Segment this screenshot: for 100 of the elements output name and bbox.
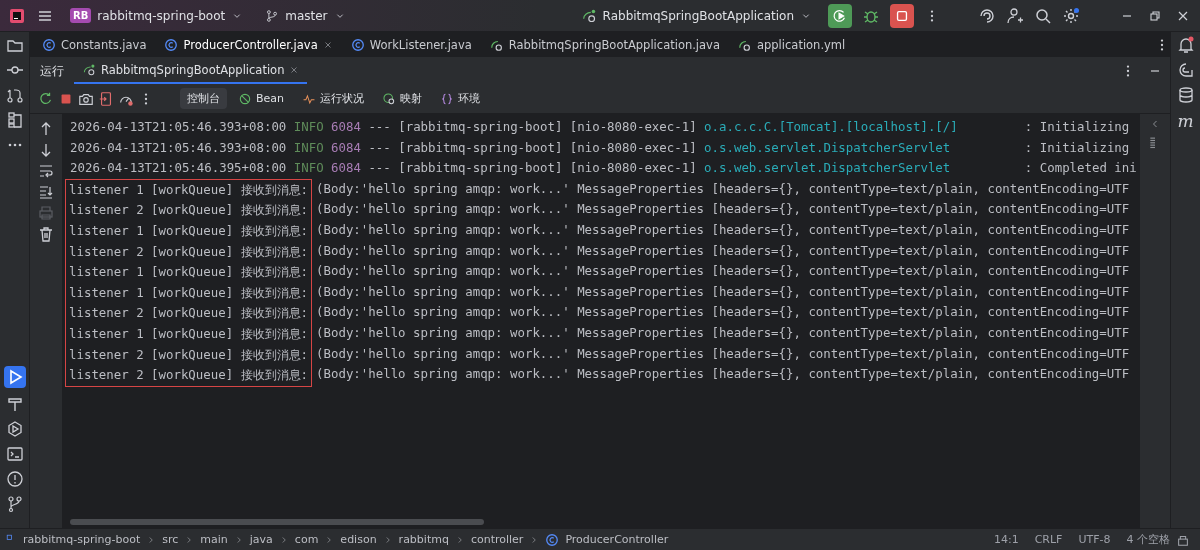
- message-body: (Body:'hello spring amqp: work...' MessageProperties [headers={}, contentType=text/plain, contentEncoding=UTF: [315, 200, 1130, 219]
- project-selector[interactable]: RB rabbitmq-spring-boot: [64, 5, 250, 26]
- log-thread: [nio-8080-exec-1]: [569, 118, 697, 136]
- trash-icon[interactable]: [37, 225, 55, 243]
- log-separator: ---: [368, 138, 391, 157]
- editor-tab[interactable]: ProducerController.java: [158, 31, 345, 58]
- message-body: (Body:'hello spring amqp: work...' MessageProperties [headers={}, contentType=text/plain, contentEncoding=UTF: [315, 262, 1130, 281]
- message-prefix: listener 2 [workQueue] 接收到消息:: [69, 345, 309, 364]
- run-configuration-name[interactable]: RabbitmqSpringBootApplication: [602, 8, 794, 23]
- class-icon: [164, 37, 179, 52]
- log-logger[interactable]: o.s.web.servlet.DispatcherServlet: [704, 137, 1018, 159]
- log-app: [rabbitmq-spring-boot]: [398, 118, 563, 136]
- editor-tab[interactable]: Constants.java: [36, 31, 159, 58]
- services-icon[interactable]: [5, 420, 24, 438]
- class-icon: [350, 37, 365, 52]
- log-logger[interactable]: o.s.web.servlet.DispatcherServlet: [704, 158, 1018, 179]
- branch-selector[interactable]: master: [259, 5, 352, 26]
- log-pid: 6084: [331, 159, 361, 178]
- message-body: (Body:'hello spring amqp: work...' MessageProperties [headers={}, contentType=text/plain, contentEncoding=UTF: [315, 303, 1130, 322]
- scroll-to-end-icon[interactable]: [37, 183, 55, 201]
- pulse-icon: [302, 91, 317, 106]
- log-app: [rabbitmq-spring-boot]: [398, 138, 563, 157]
- hammer-icon[interactable]: [5, 395, 24, 413]
- restart-icon[interactable]: [38, 90, 54, 107]
- status-item[interactable]: CRLF: [1034, 533, 1063, 546]
- horizontal-scrollbar[interactable]: [70, 519, 484, 525]
- terminal-icon[interactable]: [5, 445, 24, 463]
- message-body: (Body:'hello spring amqp: work...' MessageProperties [headers={}, contentType=text/plain, contentEncoding=UTF: [315, 220, 1130, 239]
- console-tab[interactable]: 映射: [375, 88, 430, 109]
- status-item[interactable]: 14:1: [993, 533, 1019, 546]
- log-message: : Initializing: [1024, 118, 1130, 136]
- log-timestamp: 2026-04-13T21:05:46.395+08:00: [70, 159, 287, 178]
- class-icon: [545, 532, 560, 547]
- breadcrumb-item[interactable]: com: [294, 533, 319, 546]
- breadcrumb-item[interactable]: edison: [340, 533, 377, 546]
- mapping-icon: [382, 91, 397, 106]
- ban-icon: [238, 91, 252, 106]
- notification-icon[interactable]: [1176, 36, 1195, 54]
- console-tab[interactable]: 环境: [433, 88, 488, 109]
- breadcrumb-item[interactable]: controller: [470, 533, 524, 546]
- log-thread: [nio-8080-exec-1]: [569, 138, 697, 157]
- run-configuration-icon[interactable]: [580, 7, 597, 24]
- soft-wrap-icon[interactable]: [37, 162, 55, 180]
- exit-icon[interactable]: [98, 90, 114, 107]
- editor-tab[interactable]: application.yml: [731, 31, 858, 58]
- close-tab-icon[interactable]: [289, 65, 300, 75]
- project-name[interactable]: rabbitmq-spring-boot: [97, 8, 226, 23]
- add-user-icon[interactable]: [1006, 6, 1024, 25]
- pull-request-icon[interactable]: [5, 86, 24, 104]
- log-logger[interactable]: o.a.c.c.C.[Tomcat].[localhost].[/]: [704, 117, 1018, 138]
- message-prefix: listener 2 [workQueue] 接收到消息:: [69, 201, 309, 220]
- console-tab[interactable]: Bean: [231, 88, 292, 109]
- status-item[interactable]: 4 个空格: [1126, 532, 1170, 547]
- database-icon[interactable]: [1176, 86, 1195, 104]
- console-tab[interactable]: 运行状况: [295, 88, 372, 109]
- message-prefix: listener 1 [workQueue] 接收到消息:: [69, 263, 309, 282]
- breadcrumb-item[interactable]: main: [200, 533, 228, 546]
- spiral-icon[interactable]: [978, 6, 996, 25]
- message-body: (Body:'hello spring amqp: work...' MessageProperties [headers={}, contentType=text/plain, contentEncoding=UTF: [315, 282, 1130, 301]
- panel-title: 运行: [40, 63, 64, 79]
- class-icon: [42, 37, 56, 52]
- status-item[interactable]: UTF-8: [1078, 533, 1111, 546]
- message-prefix: listener 1 [workQueue] 接收到消息:: [69, 221, 309, 240]
- message-prefix: listener 1 [workQueue] 接收到消息:: [69, 180, 309, 199]
- run-icon[interactable]: [3, 366, 26, 388]
- message-prefix: listener 2 [workQueue] 接收到消息:: [69, 304, 309, 323]
- log-thread: [nio-8080-exec-1]: [569, 159, 697, 178]
- log-app: [rabbitmq-spring-boot]: [398, 159, 563, 178]
- app-logo-icon[interactable]: [8, 6, 26, 25]
- message-body: (Body:'hello spring amqp: work...' MessageProperties [headers={}, contentType=text/plain, contentEncoding=UTF: [315, 179, 1130, 198]
- log-separator: ---: [368, 118, 391, 136]
- settings-icon[interactable]: [1062, 6, 1080, 25]
- log-pid: 6084: [331, 118, 361, 136]
- log-timestamp: 2026-04-13T21:05:46.393+08:00: [70, 118, 287, 136]
- breadcrumb-item[interactable]: src: [162, 533, 179, 546]
- braces-icon: [440, 91, 455, 106]
- branch-name[interactable]: master: [285, 8, 328, 23]
- run-configuration-selector[interactable]: RabbitmqSpringBootApplication: [574, 4, 818, 27]
- log-level: INFO: [293, 138, 324, 157]
- log-pid: 6084: [331, 138, 361, 157]
- problems-icon[interactable]: [5, 470, 24, 488]
- editor-tab[interactable]: WorkListener.java: [344, 31, 484, 58]
- log-message: : Initializing: [1024, 138, 1130, 157]
- editor-tab[interactable]: RabbitmqSpringBootApplication.java: [483, 31, 732, 58]
- message-prefix: listener 1 [workQueue] 接收到消息:: [69, 283, 309, 302]
- run-configuration-icon: [82, 63, 96, 77]
- search-icon[interactable]: [1034, 6, 1052, 25]
- message-body: (Body:'hello spring amqp: work...' MessageProperties [headers={}, contentType=text/plain, contentEncoding=UTF: [315, 365, 1130, 384]
- breadcrumb-item[interactable]: rabbitmq: [398, 533, 449, 546]
- structure-icon[interactable]: [5, 111, 24, 129]
- breadcrumb-item[interactable]: rabbitmq-spring-boot: [23, 533, 141, 546]
- log-timestamp: 2026-04-13T21:05:46.393+08:00: [70, 138, 287, 157]
- breadcrumb-item[interactable]: java: [249, 533, 273, 546]
- console-tab[interactable]: 控制台: [180, 88, 227, 109]
- close-tab-icon[interactable]: [322, 39, 333, 50]
- log-message: : Completed ini: [1024, 159, 1137, 178]
- branch-icon[interactable]: [265, 8, 280, 23]
- breadcrumb-item[interactable]: ProducerController: [565, 533, 669, 546]
- git-icon[interactable]: [5, 495, 24, 513]
- maven-label[interactable]: m: [1177, 111, 1194, 131]
